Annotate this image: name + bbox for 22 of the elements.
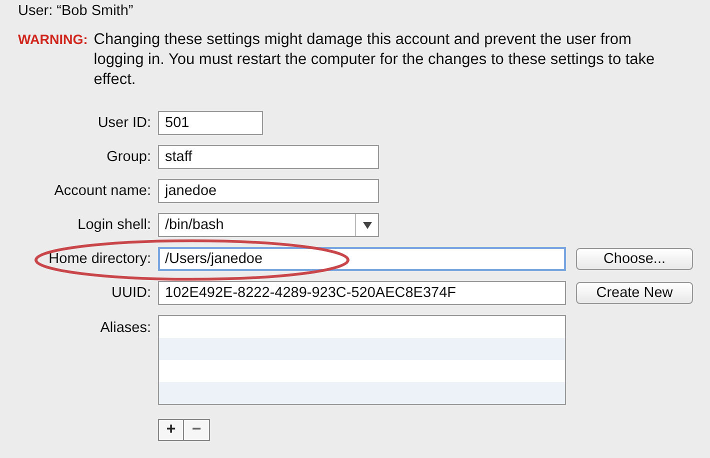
aliases-list[interactable]	[158, 315, 566, 405]
text-field[interactable]: /Users/janedoe	[158, 247, 566, 271]
field-label: Aliases:	[100, 320, 151, 336]
field-label: Home directory:	[48, 251, 151, 267]
choose-button[interactable]: Choose...	[576, 248, 693, 270]
text-field[interactable]: 501	[158, 111, 263, 135]
field-label: Account name:	[54, 183, 151, 199]
warning-label: WARNING:	[18, 31, 88, 49]
warning-text: Changing these settings might damage this account and prevent the user from logging in. You must restart the computer for the changes to these settings to take effect.	[94, 30, 656, 90]
popup-menu[interactable]: /bin/bash	[158, 213, 379, 237]
text-field[interactable]: janedoe	[158, 179, 379, 203]
remove-button[interactable]: −	[184, 419, 210, 441]
field-label: UUID:	[112, 285, 151, 301]
field-label: Login shell:	[78, 217, 151, 233]
field-label: User ID:	[98, 115, 151, 131]
create-new-button[interactable]: Create New	[576, 282, 693, 304]
user-name-label: User: “Bob Smith”	[18, 2, 134, 20]
field-label: Group:	[106, 149, 151, 165]
dropdown-arrow-icon	[362, 222, 372, 228]
text-field[interactable]: 102E492E-8222-4289-923C-520AEC8E374F	[158, 281, 566, 305]
text-field[interactable]: staff	[158, 145, 379, 169]
add-button[interactable]: +	[158, 419, 184, 441]
